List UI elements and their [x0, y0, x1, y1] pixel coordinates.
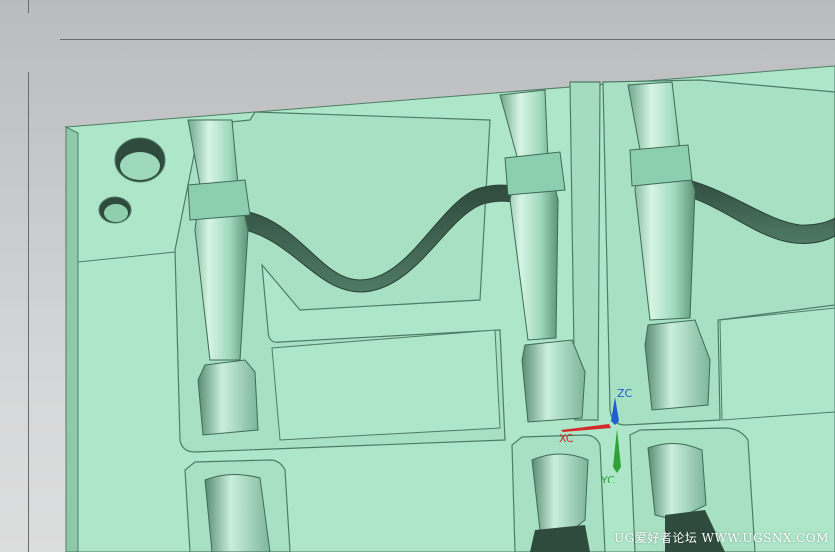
insert-lower-right	[647, 443, 707, 521]
rod-center-head	[504, 151, 566, 196]
hole-large-inner	[120, 152, 160, 180]
forum-watermark: UG爱好者论坛 WWW.UGSNX.COM	[614, 531, 829, 545]
yc-label: YC	[600, 474, 615, 483]
zc-axis-arrow	[611, 397, 619, 425]
graphics-viewport[interactable]: ZC XC YC UG爱好者论坛 WWW.UGSNX.COM	[0, 0, 835, 552]
hole-small-inner	[104, 204, 128, 222]
plate-left-side	[65, 126, 79, 552]
yc-axis-arrow	[613, 429, 621, 473]
xc-label: XC	[559, 432, 574, 445]
rod-right-head	[629, 144, 693, 187]
pocket-right-lower-rect	[719, 307, 835, 421]
xc-axis-arrow	[561, 424, 611, 432]
pocket-center-rect	[271, 329, 501, 441]
zc-label: ZC	[617, 387, 633, 400]
csys-triad[interactable]: ZC XC YC	[555, 383, 645, 483]
rod-left-block	[197, 359, 259, 436]
insert-lower-left	[204, 474, 271, 552]
rod-right-block	[644, 319, 711, 411]
rod-left-head	[187, 179, 251, 221]
mold-plate-model[interactable]	[0, 0, 835, 552]
